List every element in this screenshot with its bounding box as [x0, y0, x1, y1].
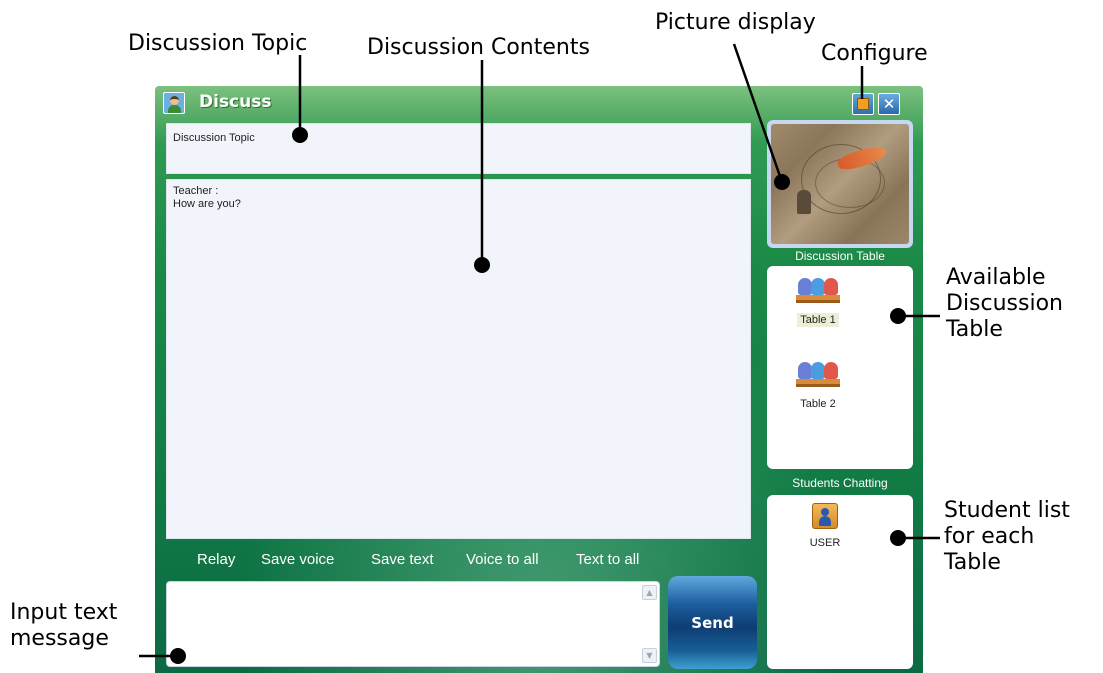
- discuss-window: Discuss ✕ Discussion Topic Teacher : How…: [155, 86, 923, 673]
- annotation-input-text-message: Input text message: [10, 600, 118, 651]
- annotation-dot-tables: [890, 308, 906, 324]
- table-item-1[interactable]: Table 1: [788, 278, 848, 327]
- input-scrollbar[interactable]: ▲ ▼: [642, 585, 657, 663]
- discussion-topic-text: Discussion Topic: [173, 132, 255, 144]
- discussion-contents-pane[interactable]: Teacher : How are you?: [166, 179, 751, 539]
- message-input[interactable]: ▲ ▼: [166, 581, 660, 667]
- close-button[interactable]: ✕: [878, 93, 900, 115]
- save-voice-button[interactable]: Save voice: [261, 551, 334, 568]
- message-text: How are you?: [173, 198, 241, 210]
- discussion-table-list: Table 1 Table 2: [767, 266, 913, 469]
- configure-button[interactable]: [852, 93, 874, 115]
- relay-button[interactable]: Relay: [197, 551, 235, 568]
- annotation-student-list: Student list for each Table: [944, 498, 1070, 575]
- window-title: Discuss: [199, 92, 272, 112]
- annotation-discussion-contents: Discussion Contents: [367, 35, 590, 60]
- discussion-picture: [771, 124, 909, 244]
- annotation-dot-input: [170, 648, 186, 664]
- annotation-dot-students: [890, 530, 906, 546]
- student-item[interactable]: USER: [805, 503, 845, 549]
- send-button[interactable]: Send: [668, 576, 757, 669]
- close-icon: ✕: [882, 95, 896, 113]
- annotation-dot-contents: [474, 257, 490, 273]
- annotation-dot-topic: [292, 127, 308, 143]
- annotation-configure: Configure: [821, 41, 928, 66]
- configure-icon: [857, 98, 869, 110]
- save-text-button[interactable]: Save text: [371, 551, 434, 568]
- voice-to-all-button[interactable]: Voice to all: [466, 551, 539, 568]
- table-label: Table 1: [797, 313, 839, 327]
- scroll-down-icon[interactable]: ▼: [642, 648, 657, 663]
- annotation-discussion-topic: Discussion Topic: [128, 31, 308, 56]
- student-name: USER: [809, 537, 841, 549]
- discussion-table-title: Discussion Table: [795, 249, 885, 263]
- scroll-up-icon[interactable]: ▲: [642, 585, 657, 600]
- user-avatar-icon: [812, 503, 838, 529]
- annotation-dot-picture: [774, 174, 790, 190]
- students-chatting-title: Students Chatting: [792, 476, 888, 490]
- table-group-icon: [796, 278, 840, 308]
- annotation-available-discussion-table: Available Discussion Table: [946, 265, 1063, 342]
- table-group-icon: [796, 362, 840, 392]
- app-user-icon: [163, 92, 185, 114]
- message-sender: Teacher :: [173, 185, 219, 197]
- table-label: Table 2: [800, 398, 836, 410]
- students-chatting-list: USER: [767, 495, 913, 669]
- text-to-all-button[interactable]: Text to all: [576, 551, 639, 568]
- discussion-topic-pane[interactable]: Discussion Topic: [166, 123, 751, 174]
- send-button-label: Send: [691, 613, 734, 632]
- action-toolbar: Relay Save voice Save text Voice to all …: [166, 551, 676, 573]
- title-bar[interactable]: Discuss ✕: [155, 86, 923, 118]
- table-item-2[interactable]: Table 2: [788, 362, 848, 411]
- annotation-picture-display: Picture display: [655, 10, 816, 35]
